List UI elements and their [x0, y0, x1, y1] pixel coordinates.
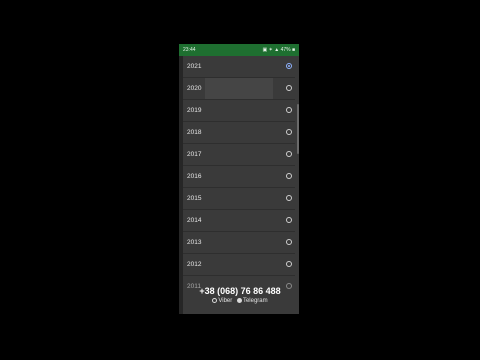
year-label: 2013	[187, 239, 202, 246]
radio-unselected-icon[interactable]	[286, 85, 292, 91]
radio-selected-icon[interactable]	[286, 63, 292, 69]
year-option-2020[interactable]: 2020	[183, 78, 295, 100]
radio-unselected-icon[interactable]	[286, 129, 292, 135]
viber-label: Viber	[218, 298, 233, 304]
year-option-2016[interactable]: 2016	[183, 166, 295, 188]
year-list: 2021 2020 2019 2018 2017 2016 2015 2014 …	[183, 56, 295, 314]
year-option-2013[interactable]: 2013	[183, 232, 295, 254]
viber-icon	[212, 297, 218, 303]
messenger-links: Viber Telegram	[0, 297, 480, 306]
year-label: 2020	[187, 85, 202, 92]
year-label: 2017	[187, 151, 202, 158]
scrollbar[interactable]	[297, 104, 299, 154]
year-option-2014[interactable]: 2014	[183, 210, 295, 232]
radio-unselected-icon[interactable]	[286, 195, 292, 201]
year-option-2018[interactable]: 2018	[183, 122, 295, 144]
year-label: 2021	[187, 63, 202, 70]
year-label: 2015	[187, 195, 202, 202]
radio-unselected-icon[interactable]	[286, 151, 292, 157]
radio-unselected-icon[interactable]	[286, 239, 292, 245]
radio-unselected-icon[interactable]	[286, 107, 292, 113]
telegram-label: Telegram	[242, 298, 268, 304]
status-bar: 23:44 ▣ ✶ ▲ 47% ■	[179, 44, 299, 56]
year-option-2012[interactable]: 2012	[183, 254, 295, 276]
phone-number: +38 (068) 76 86 488	[199, 286, 281, 296]
year-label: 2012	[187, 261, 202, 268]
year-option-2017[interactable]: 2017	[183, 144, 295, 166]
year-label: 2016	[187, 173, 202, 180]
year-label: 2018	[187, 129, 202, 136]
year-label: 2019	[187, 107, 202, 114]
year-picker-dialog: 2021 2020 2019 2018 2017 2016 2015 2014 …	[183, 56, 299, 314]
year-label: 2014	[187, 217, 202, 224]
year-option-2021[interactable]: 2021	[183, 56, 295, 78]
status-icons: ▣ ✶ ▲ 47% ■	[262, 47, 295, 53]
telegram-icon	[236, 297, 242, 303]
year-option-2019[interactable]: 2019	[183, 100, 295, 122]
radio-unselected-icon[interactable]	[286, 217, 292, 223]
contact-overlay: +38 (068) 76 86 488 Viber Telegram	[0, 285, 480, 306]
status-time: 23:44	[183, 47, 196, 53]
radio-unselected-icon[interactable]	[286, 261, 292, 267]
year-option-2015[interactable]: 2015	[183, 188, 295, 210]
phone-screen: 23:44 ▣ ✶ ▲ 47% ■ 2021 2020 2019 2018 20…	[179, 44, 299, 314]
radio-unselected-icon[interactable]	[286, 173, 292, 179]
